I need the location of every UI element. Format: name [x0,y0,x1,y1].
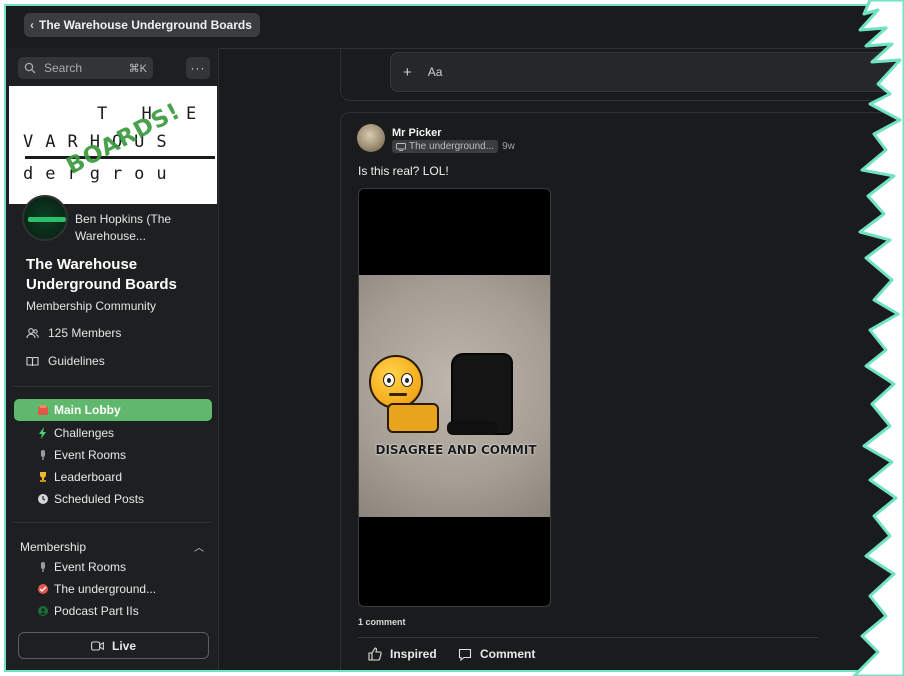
emoji-pin-body [387,403,439,433]
comment-icon [458,648,472,661]
banner-line-3: dergrou [23,164,179,184]
community-subtitle: Membership Community [26,299,157,313]
sidebar-item-label: Podcast Part IIs [54,604,139,618]
sidebar-item-event-rooms[interactable]: Event Rooms [14,444,212,466]
live-button-label: Live [111,638,136,653]
community-title: The Warehouse Underground Boards [26,256,177,293]
pin-caption: DISAGREE AND COMMIT [375,443,537,457]
emoji-pin-face [369,355,423,409]
ellipsis-icon: ··· [190,61,206,75]
owner-name[interactable]: Ben Hopkins (The Warehouse... [75,211,203,245]
inspired-button[interactable]: Inspired [368,647,437,661]
sidebar-item-label: Leaderboard [54,470,123,484]
channel-name: The underground... [409,141,495,152]
pin-photo: DISAGREE AND COMMIT [359,275,550,517]
sidebar-divider [12,386,212,387]
back-button-label: The Warehouse Underground Boards [39,18,252,32]
sidebar-item-label: Event Rooms [54,560,127,574]
lightning-icon [36,426,50,440]
community-banner: T H E VARHOUS dergrou BOARDS! [9,86,217,204]
comment-count[interactable]: 1 comment [358,617,406,627]
sidebar-item-label: Event Rooms [54,448,127,462]
banner-divider [25,156,215,159]
guidelines-link[interactable]: Guidelines [26,354,105,368]
plus-icon[interactable]: + [403,64,412,81]
microphone-icon [36,560,50,574]
comment-button[interactable]: Comment [458,647,535,661]
post-image[interactable]: DISAGREE AND COMMIT [358,188,551,607]
monitor-icon [396,142,406,151]
chevron-left-icon: ‹ [30,18,34,32]
post-meta: The underground... 9w [392,140,515,153]
sidebar-item-scheduled-posts[interactable]: Scheduled Posts [14,488,212,510]
sidebar-item-label: Main Lobby [54,403,121,417]
members-label: 125 Members [48,326,122,340]
channel-chip[interactable]: The underground... [392,140,499,153]
guidelines-label: Guidelines [48,354,105,368]
members-icon [26,327,39,338]
section-title: Membership [20,539,87,554]
comment-composer[interactable]: + Aa [390,52,898,92]
sidebar-divider [12,522,212,523]
podcast-icon [36,604,50,618]
poster-avatar[interactable] [357,124,385,152]
sidebar-item-main-lobby[interactable]: Main Lobby [14,399,212,421]
search-icon [24,62,36,74]
sidebar-item-podcast-part-iis[interactable]: Podcast Part IIs [14,600,212,622]
sidebar-item-label: The underground... [54,582,157,596]
shield-icon [36,582,50,596]
inspired-label: Inspired [390,647,437,661]
app-window: ‹ The Warehouse Underground Boards Searc… [4,4,900,672]
video-camera-icon [91,640,104,651]
boot-pin [447,353,513,435]
chevron-up-icon[interactable]: ︿ [194,539,204,554]
sidebar-item-the-underground[interactable]: The underground... [14,578,212,600]
sidebar-item-challenges[interactable]: Challenges [14,422,212,444]
microphone-icon [36,448,50,462]
top-bar: ‹ The Warehouse Underground Boards [6,6,898,49]
format-text-icon[interactable]: Aa [428,65,443,79]
thumbs-up-icon [368,647,382,661]
more-options-button[interactable]: ··· [186,57,210,79]
sidebar: Search ⌘K ··· T H E VARHOUS dergrou BOAR… [6,48,219,670]
sidebar-item-event-rooms-membership[interactable]: Event Rooms [14,556,212,578]
search-placeholder: Search [44,61,83,75]
clock-icon [36,492,50,506]
post-time: 9w [502,141,515,152]
sidebar-item-label: Scheduled Posts [54,492,145,506]
poster-name[interactable]: Mr Picker [392,127,442,139]
comment-label: Comment [480,647,536,661]
post-text: Is this real? LOL! [358,164,449,178]
owner-avatar[interactable] [22,195,68,241]
action-divider [358,637,818,638]
lobby-icon [36,403,50,417]
search-input[interactable]: Search ⌘K [18,57,153,79]
sidebar-item-label: Challenges [54,426,115,440]
book-icon [26,356,39,366]
membership-section-header[interactable]: Membership ︿ [20,539,204,555]
sidebar-item-leaderboard[interactable]: Leaderboard [14,466,212,488]
trophy-icon [36,470,50,484]
search-shortcut: ⌘K [128,62,147,75]
live-button[interactable]: Live [18,632,209,659]
back-to-community-button[interactable]: ‹ The Warehouse Underground Boards [24,13,260,37]
members-link[interactable]: 125 Members [26,326,121,340]
